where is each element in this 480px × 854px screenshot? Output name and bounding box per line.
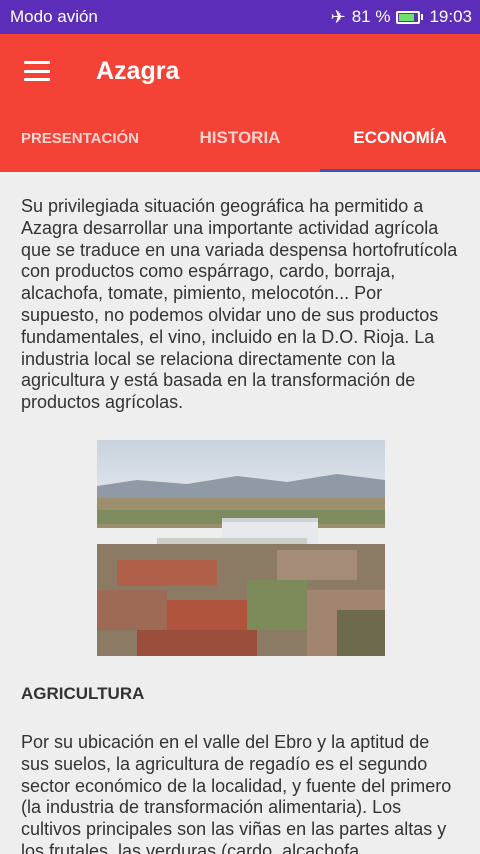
battery-percent: 81 %: [351, 7, 391, 26]
tab-historia[interactable]: HISTORIA: [160, 108, 320, 172]
article-content: Su privilegiada situación geográfica ha …: [0, 172, 480, 854]
clock: 19:03: [429, 7, 472, 26]
section-heading-agricultura: AGRICULTURA: [21, 683, 145, 703]
toolbar: Azagra: [0, 34, 480, 108]
status-indicators: ✈ 81 % 19:03: [331, 7, 472, 28]
town-aerial-photo: [96, 439, 385, 656]
hamburger-menu-icon[interactable]: [24, 61, 50, 81]
airplane-mode-label: Modo avión: [10, 7, 98, 26]
status-bar: Modo avión ✈ 81 % 19:03: [0, 0, 480, 34]
intro-paragraph: Su privilegiada situación geográfica ha …: [21, 196, 458, 413]
agricultura-paragraph: Por su ubicación en el valle del Ebro y …: [21, 731, 452, 854]
tab-presentacion[interactable]: PRESENTACIÓN: [0, 108, 160, 172]
app-bar: Azagra PRESENTACIÓN HISTORIA ECONOMÍA: [0, 34, 480, 172]
tab-economia[interactable]: ECONOMÍA: [320, 108, 480, 172]
app-title: Azagra: [96, 56, 180, 85]
battery-icon: [396, 10, 424, 24]
tab-bar: PRESENTACIÓN HISTORIA ECONOMÍA: [0, 108, 480, 172]
airplane-icon: ✈: [330, 6, 346, 27]
